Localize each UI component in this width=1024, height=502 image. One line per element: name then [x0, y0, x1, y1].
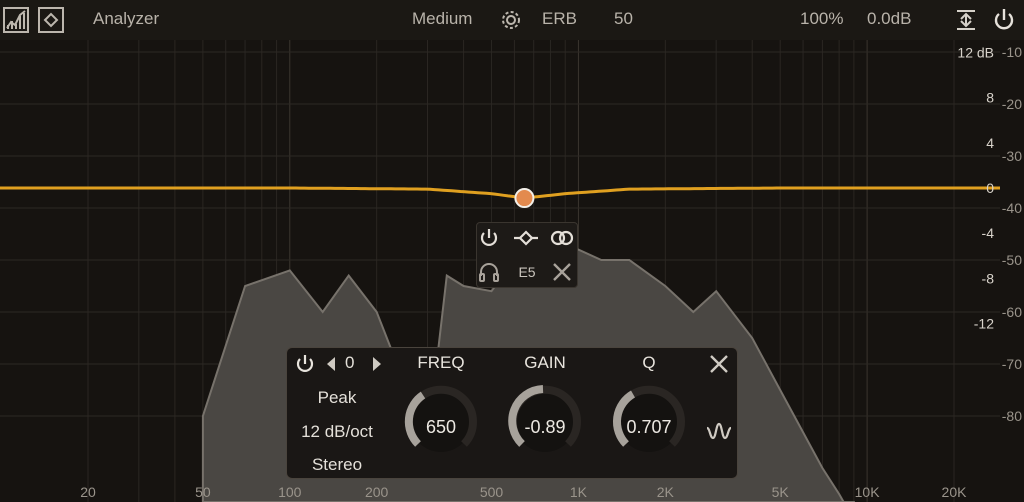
zoom-value[interactable]: 100% — [800, 9, 843, 29]
collapse-icon[interactable] — [953, 7, 981, 35]
band-number: 0 — [345, 353, 355, 372]
gain-tick-label: -8 — [982, 270, 995, 286]
gear-icon[interactable] — [498, 7, 526, 35]
scale-mode-selector[interactable]: ERB — [542, 9, 577, 29]
power-icon[interactable] — [990, 6, 1018, 34]
freq-label: FREQ — [417, 353, 465, 372]
analyzer-tick-label: -70 — [1002, 356, 1022, 372]
analyzer-tick-label: -10 — [1002, 44, 1022, 60]
filter-type-selector[interactable]: Peak — [287, 388, 387, 408]
band-settings-panel: 0 Peak 12 dB/oct Stereo FREQ 650 GAIN -0… — [286, 347, 738, 479]
analyzer-tick-label: -40 — [1002, 200, 1022, 216]
freq-tick-label: 5K — [772, 484, 790, 500]
freq-tick-label: 50 — [195, 484, 211, 500]
q-value[interactable]: 0.707 — [609, 417, 689, 438]
waveform-icon[interactable] — [705, 418, 733, 447]
headphones-icon[interactable] — [477, 260, 501, 284]
gain-tick-label: -12 — [974, 316, 994, 332]
freq-tick-label: 1K — [570, 484, 588, 500]
gain-tick-label: 8 — [986, 90, 994, 106]
analyzer-label[interactable]: Analyzer — [93, 9, 159, 29]
analyzer-tick-label: -30 — [1002, 148, 1022, 164]
output-gain-value[interactable]: 0.0dB — [867, 9, 911, 29]
gain-tick-label: 4 — [986, 135, 994, 151]
panel-close-icon[interactable] — [707, 352, 731, 381]
freq-tick-label: 500 — [480, 484, 504, 500]
next-band-icon[interactable] — [371, 356, 383, 377]
slope-selector[interactable]: 12 dB/oct — [287, 422, 387, 442]
freq-tick-label: 200 — [365, 484, 389, 500]
display-mode-icon[interactable] — [37, 6, 65, 34]
band-popup: E5 — [476, 222, 578, 288]
freq-tick-label: 100 — [278, 484, 302, 500]
top-toolbar: Analyzer Medium ERB 50 100% 0.0dB — [0, 0, 1024, 40]
band-note-label: E5 — [518, 264, 536, 280]
gain-tick-label: -4 — [982, 225, 995, 241]
gain-value[interactable]: -0.89 — [505, 417, 585, 438]
gain-label: GAIN — [524, 353, 566, 372]
freq-value[interactable]: 650 — [401, 417, 481, 438]
band-power-icon[interactable] — [477, 226, 501, 250]
freq-tick-label: 2K — [657, 484, 675, 500]
freq-tick-label: 10K — [855, 484, 881, 500]
q-label: Q — [642, 353, 656, 372]
band-power-button[interactable] — [293, 352, 317, 381]
gain-tick-label: 12 dB — [957, 44, 994, 60]
close-icon[interactable] — [550, 260, 574, 284]
analyzer-tick-label: -80 — [1002, 408, 1022, 424]
analyzer-tick-label: -60 — [1002, 304, 1022, 320]
channel-selector[interactable]: Stereo — [287, 455, 387, 475]
filter-type-icon[interactable] — [512, 226, 538, 250]
resolution-selector[interactable]: Medium — [412, 9, 472, 29]
freq-tick-label: 20 — [80, 484, 96, 500]
freq-tick-label: 20K — [942, 484, 968, 500]
analyzer-mode-icon[interactable] — [2, 6, 30, 34]
band-handle[interactable] — [514, 188, 535, 209]
stereo-link-icon[interactable] — [549, 226, 574, 250]
eq-curve[interactable] — [0, 186, 1000, 200]
analyzer-tick-label: -50 — [1002, 252, 1022, 268]
prev-band-icon[interactable] — [325, 356, 337, 377]
range-value[interactable]: 50 — [614, 9, 633, 29]
analyzer-tick-label: -20 — [1002, 96, 1022, 112]
gain-tick-label: 0 — [986, 180, 994, 196]
